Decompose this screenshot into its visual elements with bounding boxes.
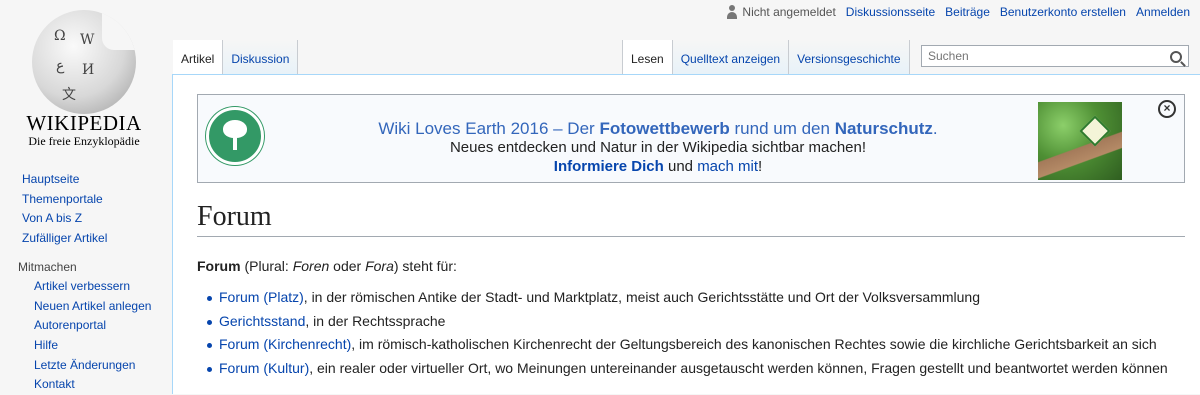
wikipedia-logo[interactable]: Ω W ع И 文 WIKIPEDIA Die freie Enzyklopäd… (0, 0, 160, 160)
banner-photo-contest-link[interactable]: Fotowettbewerb (599, 119, 729, 138)
banner-line3-mid: und (663, 158, 698, 175)
login-link[interactable]: Anmelden (1136, 5, 1190, 19)
list-item: Forum (Platz), in der römischen Antike d… (205, 286, 1168, 310)
user-icon (726, 5, 738, 19)
sidebar: Hauptseite Themenportale Von A bis Z Zuf… (0, 170, 170, 395)
sidebar-item-recent-changes[interactable]: Letzte Änderungen (0, 356, 170, 376)
lead-plural-1: Foren (292, 258, 330, 274)
sidebar-section-heading[interactable]: Mitmachen (0, 258, 170, 277)
sidebar-item-hauptseite[interactable]: Hauptseite (0, 170, 170, 190)
banner-photo[interactable] (1038, 102, 1122, 180)
search-box (921, 45, 1189, 67)
sidebar-section-items: Artikel verbessern Neuen Artikel anlegen… (0, 277, 170, 395)
sidebar-item-contact[interactable]: Kontakt (0, 375, 170, 395)
lead-or: oder (329, 258, 366, 274)
tagline: Die freie Enzyklopädie (28, 134, 140, 148)
banner-line1-mid: rund um den (729, 119, 835, 138)
sidebar-item-improve[interactable]: Artikel verbessern (0, 277, 170, 297)
talk-link[interactable]: Diskussionsseite (846, 5, 935, 19)
sidebar-nav: Hauptseite Themenportale Von A bis Z Zuf… (0, 170, 170, 249)
item-text: , in der Rechtssprache (305, 312, 446, 329)
contributions-link[interactable]: Beiträge (945, 5, 990, 19)
banner-line3-end: ! (758, 158, 763, 175)
disambiguation-list: Forum (Platz), in der römischen Antike d… (205, 286, 1168, 380)
page-title: Forum (197, 201, 1185, 237)
sidebar-item-random[interactable]: Zufälliger Artikel (0, 229, 170, 249)
item-link-platz[interactable]: Forum (Platz) (219, 289, 304, 305)
lead-paragraph: Forum (Plural: Foren oder Fora) steht fü… (197, 258, 457, 274)
close-icon[interactable]: × (1158, 100, 1176, 118)
sidebar-item-help[interactable]: Hilfe (0, 336, 170, 356)
personal-tools: Nicht angemeldet Diskussionsseite Beiträ… (726, 5, 1190, 19)
banner-participate-link[interactable]: mach mit (697, 158, 758, 175)
item-link-gerichtsstand[interactable]: Gerichtsstand (219, 313, 305, 329)
sidebar-item-author-portal[interactable]: Autorenportal (0, 316, 170, 336)
list-item: Forum (Kirchenrecht), im römisch-katholi… (205, 333, 1168, 357)
item-text: , ein realer oder virtueller Ort, wo Mei… (309, 359, 1168, 376)
create-account-link[interactable]: Benutzerkonto erstellen (1000, 5, 1126, 19)
tab-read[interactable]: Lesen (622, 40, 673, 74)
puzzle-globe-icon: Ω W ع И 文 (32, 10, 136, 114)
item-link-kirchenrecht[interactable]: Forum (Kirchenrecht) (219, 336, 351, 352)
view-tabs: Lesen Quelltext anzeigen Versionsgeschic… (622, 40, 910, 74)
banner-inform-link[interactable]: Informiere Dich (554, 158, 664, 175)
tab-article[interactable]: Artikel (173, 40, 224, 74)
sidebar-item-a-bis-z[interactable]: Von A bis Z (0, 209, 170, 229)
wordmark: WIKIPEDIA (26, 111, 142, 135)
item-text: , in der römischen Antike der Stadt- und… (303, 289, 980, 305)
sidebar-item-themenportale[interactable]: Themenportale (0, 190, 170, 210)
item-text: , im römisch-katholischen Kirchenrecht d… (351, 336, 1157, 352)
anon-status: Nicht angemeldet (726, 5, 836, 19)
sidebar-item-new-article[interactable]: Neuen Artikel anlegen (0, 297, 170, 317)
lead-pre: (Plural: (240, 258, 293, 274)
banner-nature-link[interactable]: Naturschutz (835, 119, 933, 138)
lead-plural-2: Fora (365, 258, 394, 274)
anon-label: Nicht angemeldet (742, 5, 836, 19)
lead-term: Forum (197, 258, 241, 274)
lead-post: ) steht für: (393, 258, 457, 274)
namespace-tabs: Artikel Diskussion (173, 40, 299, 74)
banner-line1-pre: Wiki Loves Earth 2016 – Der (378, 119, 600, 138)
list-item: Forum (Kultur), ein realer oder virtuell… (205, 357, 1168, 381)
tab-discussion[interactable]: Diskussion (223, 40, 299, 74)
tab-view-source[interactable]: Quelltext anzeigen (672, 40, 790, 74)
item-link-kultur[interactable]: Forum (Kultur) (219, 360, 309, 376)
banner-text: Wiki Loves Earth 2016 – Der Fotowettbewe… (318, 119, 998, 176)
search-icon[interactable] (1170, 51, 1182, 63)
tree-icon (206, 107, 264, 165)
list-item: Gerichtsstand, in der Rechtssprache (205, 310, 1168, 334)
banner-line2: Neues entdecken und Natur in der Wikiped… (449, 139, 867, 156)
campaign-banner: Wiki Loves Earth 2016 – Der Fotowettbewe… (197, 94, 1185, 183)
tab-history[interactable]: Versionsgeschichte (789, 40, 910, 74)
content-area: Wiki Loves Earth 2016 – Der Fotowettbewe… (172, 74, 1200, 394)
search-input[interactable] (926, 48, 1160, 64)
banner-line1-end: . (932, 119, 938, 138)
